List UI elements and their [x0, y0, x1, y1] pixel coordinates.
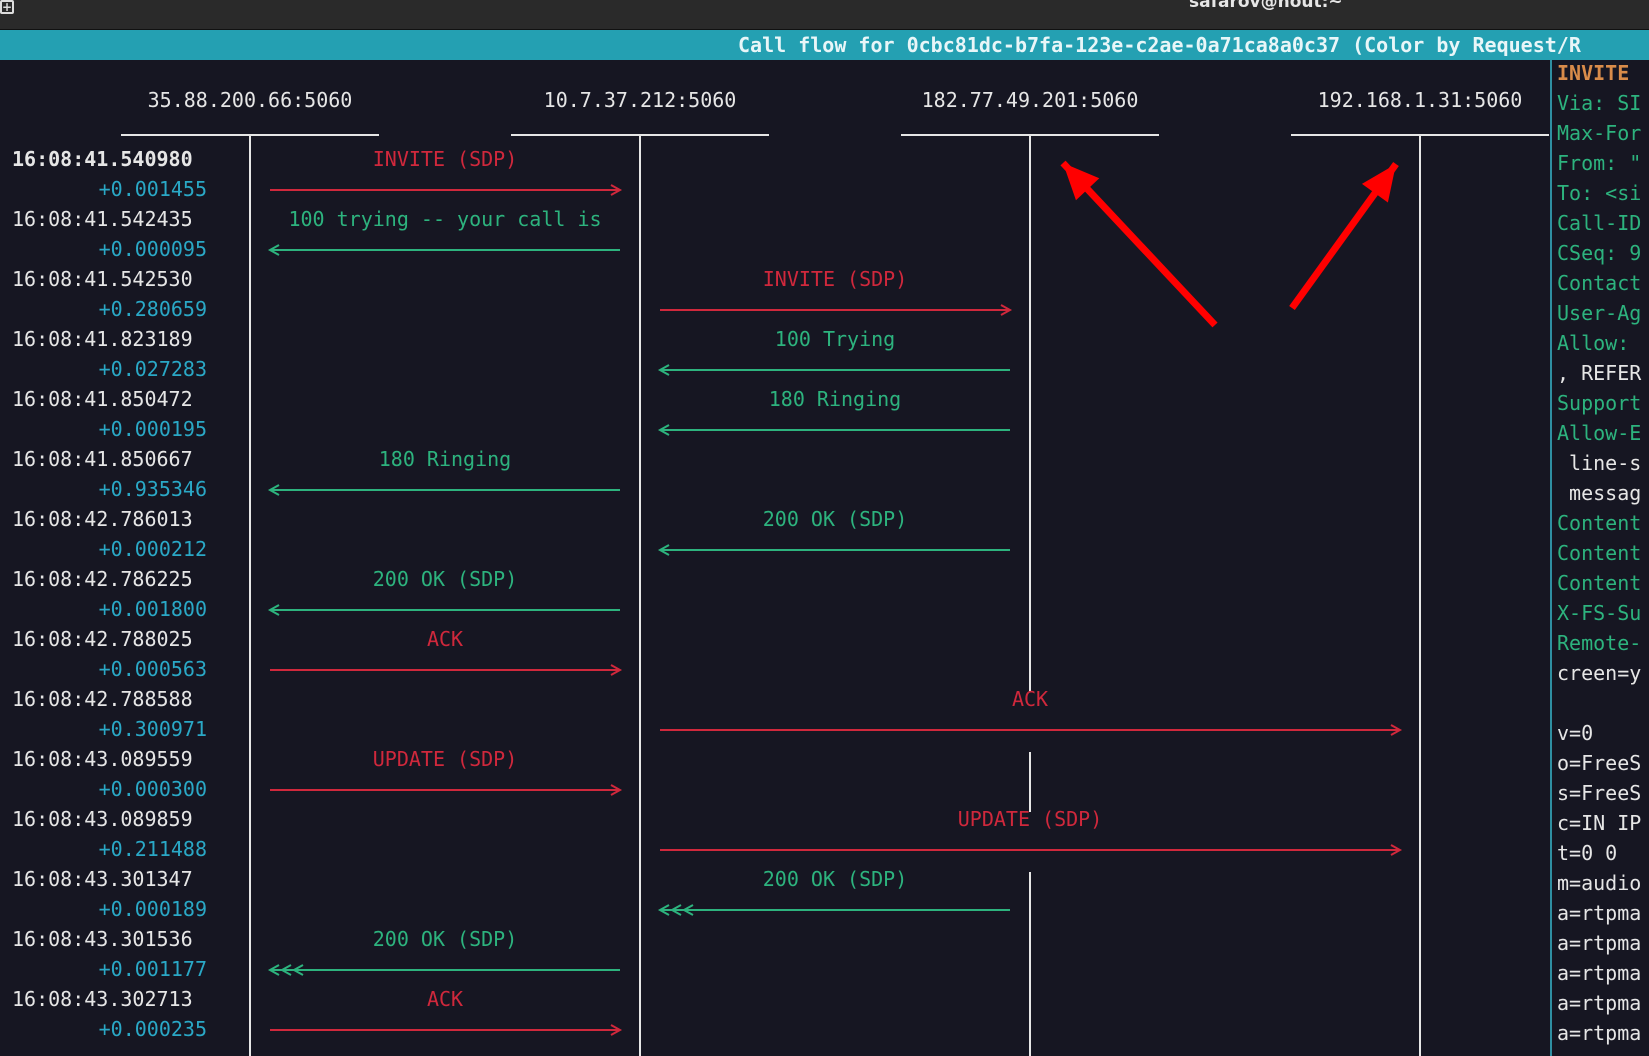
row-timestamp[interactable]: 16:08:41.542435 — [12, 207, 193, 231]
row-timestamp[interactable]: 16:08:41.850667 — [12, 447, 193, 471]
detail-line: a=rtpma — [1557, 931, 1642, 955]
detail-line: m=audio — [1557, 871, 1642, 895]
detail-line: Content — [1557, 511, 1642, 535]
message-label[interactable]: 200 OK (SDP) — [373, 927, 518, 951]
call-flow-header: Call flow for 0cbc81dc-b7fa-123e-c2ae-0a… — [0, 30, 1649, 60]
window-title: safarov@nout:~ — [1189, 0, 1343, 12]
message-label[interactable]: INVITE (SDP) — [373, 147, 518, 171]
message-label[interactable]: 100 trying -- your call is — [288, 207, 601, 231]
host-label: 10.7.37.212:5060 — [544, 88, 737, 112]
detail-line: s=FreeS — [1557, 781, 1642, 805]
detail-line: CSeq: 9 — [1557, 241, 1642, 265]
annotation-arrow-head — [1361, 164, 1396, 203]
detail-line: Remote- — [1557, 631, 1642, 655]
window-titlebar: + safarov@nout:~ — [0, 0, 1649, 30]
message-label[interactable]: ACK — [427, 627, 463, 651]
row-timestamp[interactable]: 16:08:43.302713 — [12, 987, 193, 1011]
message-label[interactable]: 180 Ringing — [769, 387, 901, 411]
detail-line: Support — [1557, 391, 1642, 415]
message-label[interactable]: 200 OK (SDP) — [373, 567, 518, 591]
detail-line: v=0 — [1557, 721, 1594, 745]
call-flow-title: Call flow for 0cbc81dc-b7fa-123e-c2ae-0a… — [738, 33, 1581, 57]
call-flow-diagram: 35.88.200.66:5060 10.7.37.212:5060 182.77.… — [12, 88, 1549, 1056]
new-tab-icon[interactable]: + — [0, 0, 14, 14]
row-timestamp[interactable]: 16:08:43.301536 — [12, 927, 193, 951]
detail-line: t=0 0 — [1557, 841, 1618, 865]
row-timestamp[interactable]: 16:08:43.089859 — [12, 807, 193, 831]
detail-line: User-Ag — [1557, 301, 1642, 325]
detail-line: Call-ID — [1557, 211, 1642, 235]
detail-line: creen=y — [1557, 661, 1642, 685]
row-delta: +0.000195 — [99, 417, 207, 441]
message-label[interactable]: UPDATE (SDP) — [958, 807, 1103, 831]
row-timestamp[interactable]: 16:08:43.301347 — [12, 867, 193, 891]
row-delta: +0.935346 — [99, 477, 207, 501]
message-label[interactable]: 200 OK (SDP) — [763, 507, 908, 531]
message-label[interactable]: ACK — [427, 987, 463, 1011]
detail-line: Allow: — [1557, 331, 1642, 355]
detail-line: o=FreeS — [1557, 751, 1642, 775]
detail-line: Max-For — [1557, 121, 1642, 145]
row-delta: +0.001177 — [99, 957, 207, 981]
row-timestamp[interactable]: 16:08:41.542530 — [12, 267, 193, 291]
row-timestamp[interactable]: 16:08:42.788588 — [12, 687, 193, 711]
row-delta: +0.300971 — [99, 717, 207, 741]
row-timestamp[interactable]: 16:08:41.540980 — [12, 147, 193, 171]
message-label[interactable]: 200 OK (SDP) — [763, 867, 908, 891]
row-delta: +0.000189 — [99, 897, 207, 921]
message-label[interactable]: ACK — [1012, 687, 1048, 711]
row-delta: +0.000212 — [99, 537, 207, 561]
detail-line: From: " — [1557, 151, 1642, 175]
row-delta: +0.211488 — [99, 837, 207, 861]
message-label[interactable]: INVITE (SDP) — [763, 267, 908, 291]
message-label[interactable]: 180 Ringing — [379, 447, 511, 471]
detail-line: Content — [1557, 571, 1642, 595]
message-details-panel[interactable]: INVITE Via: SI Max-For From: " To: <si Call-I… — [1557, 60, 1649, 1056]
row-delta: +0.001800 — [99, 597, 207, 621]
detail-line: a=rtpma — [1557, 961, 1642, 985]
detail-line: , REFER — [1557, 361, 1642, 385]
detail-line: c=IN IP — [1557, 811, 1642, 835]
row-delta: +0.001455 — [99, 177, 207, 201]
panel-divider — [1550, 60, 1552, 1056]
row-delta: +0.000235 — [99, 1017, 207, 1041]
row-delta: +0.000300 — [99, 777, 207, 801]
row-delta: +0.280659 — [99, 297, 207, 321]
detail-line: a=rtpma — [1557, 901, 1642, 925]
detail-line: Contact — [1557, 271, 1642, 295]
detail-line: Allow-E — [1557, 421, 1642, 445]
detail-line: a=rtpma — [1557, 1021, 1642, 1045]
detail-line: Via: SI — [1557, 91, 1642, 115]
detail-line: INVITE — [1557, 61, 1630, 85]
host-label: 35.88.200.66:5060 — [148, 88, 353, 112]
detail-line: a=rtpma — [1557, 991, 1642, 1015]
detail-line: To: <si — [1557, 181, 1642, 205]
message-label[interactable]: UPDATE (SDP) — [373, 747, 518, 771]
host-label: 192.168.1.31:5060 — [1318, 88, 1523, 112]
detail-line: Content — [1557, 541, 1642, 565]
row-delta: +0.000563 — [99, 657, 207, 681]
row-timestamp[interactable]: 16:08:42.788025 — [12, 627, 193, 651]
detail-line: line-s — [1557, 451, 1642, 475]
row-timestamp[interactable]: 16:08:41.823189 — [12, 327, 193, 351]
detail-line: X-FS-Su — [1557, 601, 1642, 625]
host-label: 182.77.49.201:5060 — [922, 88, 1139, 112]
row-timestamp[interactable]: 16:08:42.786225 — [12, 567, 193, 591]
row-timestamp[interactable]: 16:08:43.089559 — [12, 747, 193, 771]
row-delta: +0.027283 — [99, 357, 207, 381]
message-label[interactable]: 100 Trying — [775, 327, 895, 351]
row-delta: +0.000095 — [99, 237, 207, 261]
row-timestamp[interactable]: 16:08:41.850472 — [12, 387, 193, 411]
detail-line: messag — [1557, 481, 1642, 505]
row-timestamp[interactable]: 16:08:42.786013 — [12, 507, 193, 531]
